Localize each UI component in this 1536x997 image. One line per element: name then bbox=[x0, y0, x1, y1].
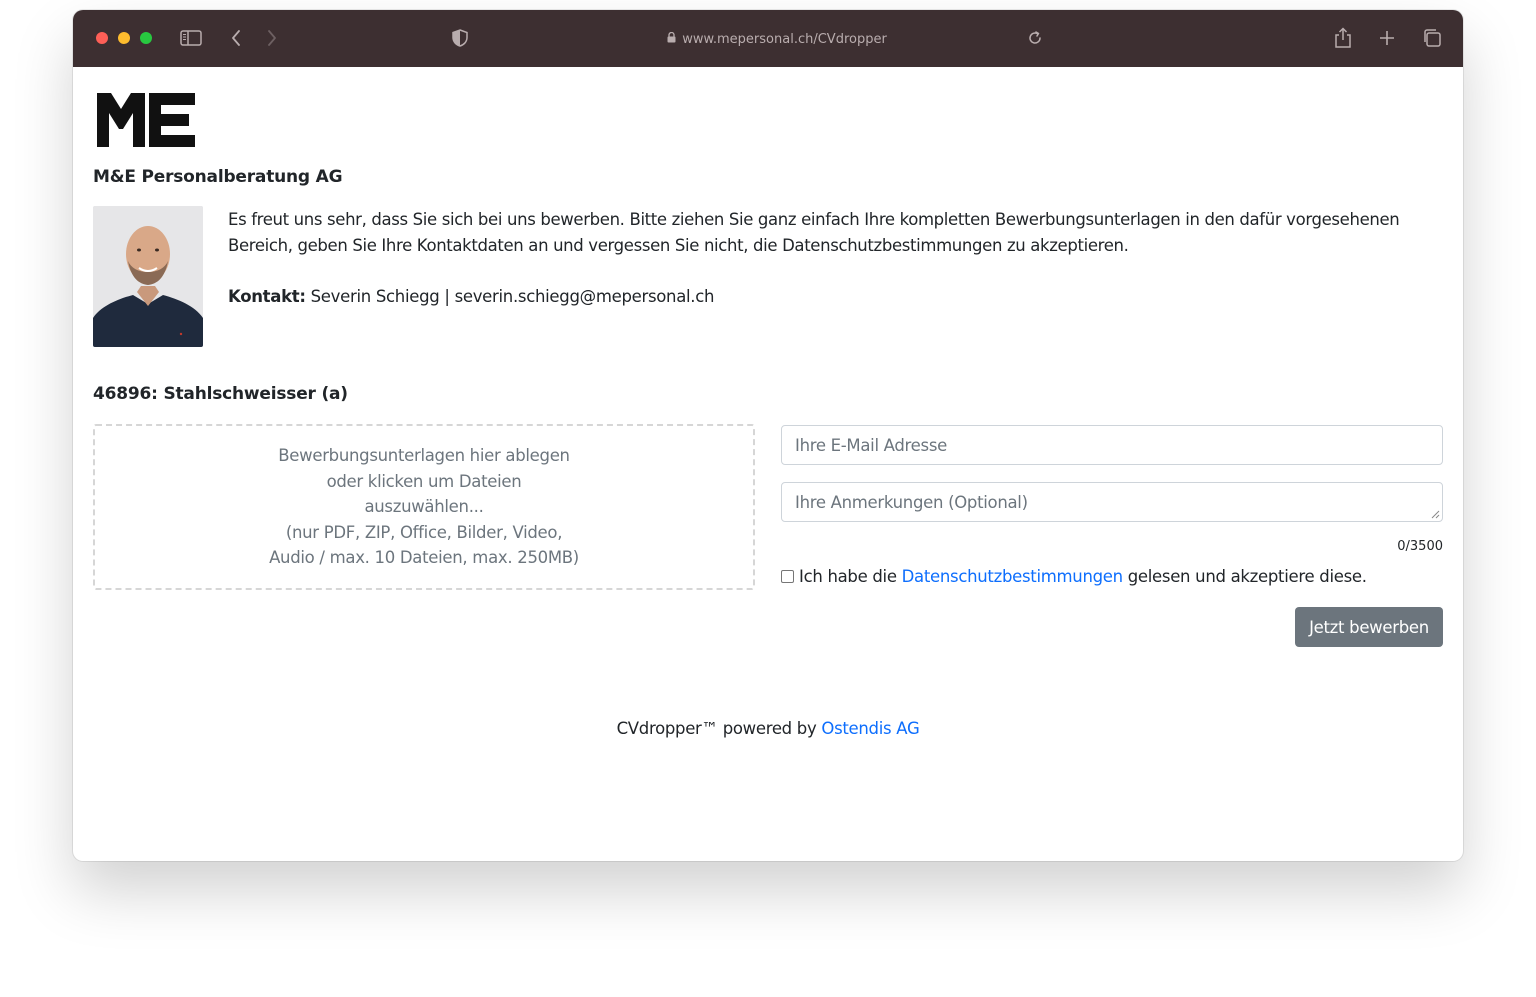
contact-label: Kontakt: bbox=[228, 287, 306, 306]
browser-window: www.mepersonal.ch/CVdropper M&E Personal… bbox=[73, 10, 1463, 861]
job-title: 46896: Stahlschweisser (a) bbox=[93, 384, 348, 404]
zoom-window-button[interactable] bbox=[140, 32, 152, 44]
lock-icon bbox=[667, 31, 676, 47]
footer-text: CVdropper™ powered by bbox=[616, 719, 817, 738]
shield-icon[interactable] bbox=[451, 27, 469, 49]
privacy-consent: Ich habe die Datenschutzbestimmungen gel… bbox=[781, 567, 1367, 586]
url-text: www.mepersonal.ch/CVdropper bbox=[682, 31, 887, 47]
company-name: M&E Personalberatung AG bbox=[93, 167, 343, 187]
forward-icon[interactable] bbox=[265, 27, 279, 49]
resize-grip-icon[interactable] bbox=[1431, 510, 1440, 519]
remarks-placeholder: Ihre Anmerkungen (Optional) bbox=[795, 492, 1028, 512]
file-dropzone[interactable]: Bewerbungsunterlagen hier ablegen oder k… bbox=[93, 424, 755, 590]
minimize-window-button[interactable] bbox=[118, 32, 130, 44]
ostendis-link[interactable]: Ostendis AG bbox=[821, 719, 919, 738]
consent-suffix: gelesen und akzeptiere diese. bbox=[1127, 567, 1367, 586]
apply-now-button[interactable]: Jetzt bewerben bbox=[1295, 607, 1443, 647]
company-logo bbox=[97, 93, 195, 147]
dropzone-line: Bewerbungsunterlagen hier ablegen bbox=[278, 446, 570, 466]
intro-text: Es freut uns sehr, dass Sie sich bei uns… bbox=[228, 210, 1400, 255]
contact-value: Severin Schiegg | severin.schiegg@mepers… bbox=[310, 287, 715, 306]
email-field[interactable]: Ihre E-Mail Adresse bbox=[781, 425, 1443, 465]
plus-icon[interactable] bbox=[1378, 27, 1396, 49]
address-bar[interactable]: www.mepersonal.ch/CVdropper bbox=[657, 29, 897, 49]
email-placeholder: Ihre E-Mail Adresse bbox=[795, 435, 947, 455]
dropzone-line: Audio / max. 10 Dateien, max. 250MB) bbox=[269, 548, 579, 568]
page-content: M&E Personalberatung AG Es freut uns seh… bbox=[73, 67, 1463, 861]
remarks-textarea[interactable]: Ihre Anmerkungen (Optional) bbox=[781, 482, 1443, 522]
sidebar-icon[interactable] bbox=[179, 27, 203, 49]
footer: CVdropper™ powered by Ostendis AG bbox=[73, 719, 1463, 738]
privacy-policy-link[interactable]: Datenschutzbestimmungen bbox=[902, 567, 1123, 586]
character-counter: 0/3500 bbox=[1397, 539, 1443, 554]
consent-prefix: Ich habe die bbox=[799, 567, 897, 586]
contact-line: Kontakt: Severin Schiegg | severin.schie… bbox=[228, 284, 714, 310]
close-window-button[interactable] bbox=[96, 32, 108, 44]
dropzone-text: Bewerbungsunterlagen hier ablegen oder k… bbox=[259, 443, 589, 571]
dropzone-line: oder klicken um Dateien bbox=[326, 471, 522, 491]
share-icon[interactable] bbox=[1333, 27, 1353, 49]
reload-icon[interactable] bbox=[1027, 27, 1043, 49]
tabs-icon[interactable] bbox=[1421, 27, 1443, 49]
browser-toolbar: www.mepersonal.ch/CVdropper bbox=[73, 10, 1463, 67]
consent-checkbox[interactable] bbox=[781, 570, 794, 583]
dropzone-line: auszuwählen... bbox=[364, 497, 484, 517]
back-icon[interactable] bbox=[229, 27, 243, 49]
contact-photo bbox=[93, 206, 203, 347]
dropzone-line: (nur PDF, ZIP, Office, Bilder, Video, bbox=[285, 522, 563, 542]
